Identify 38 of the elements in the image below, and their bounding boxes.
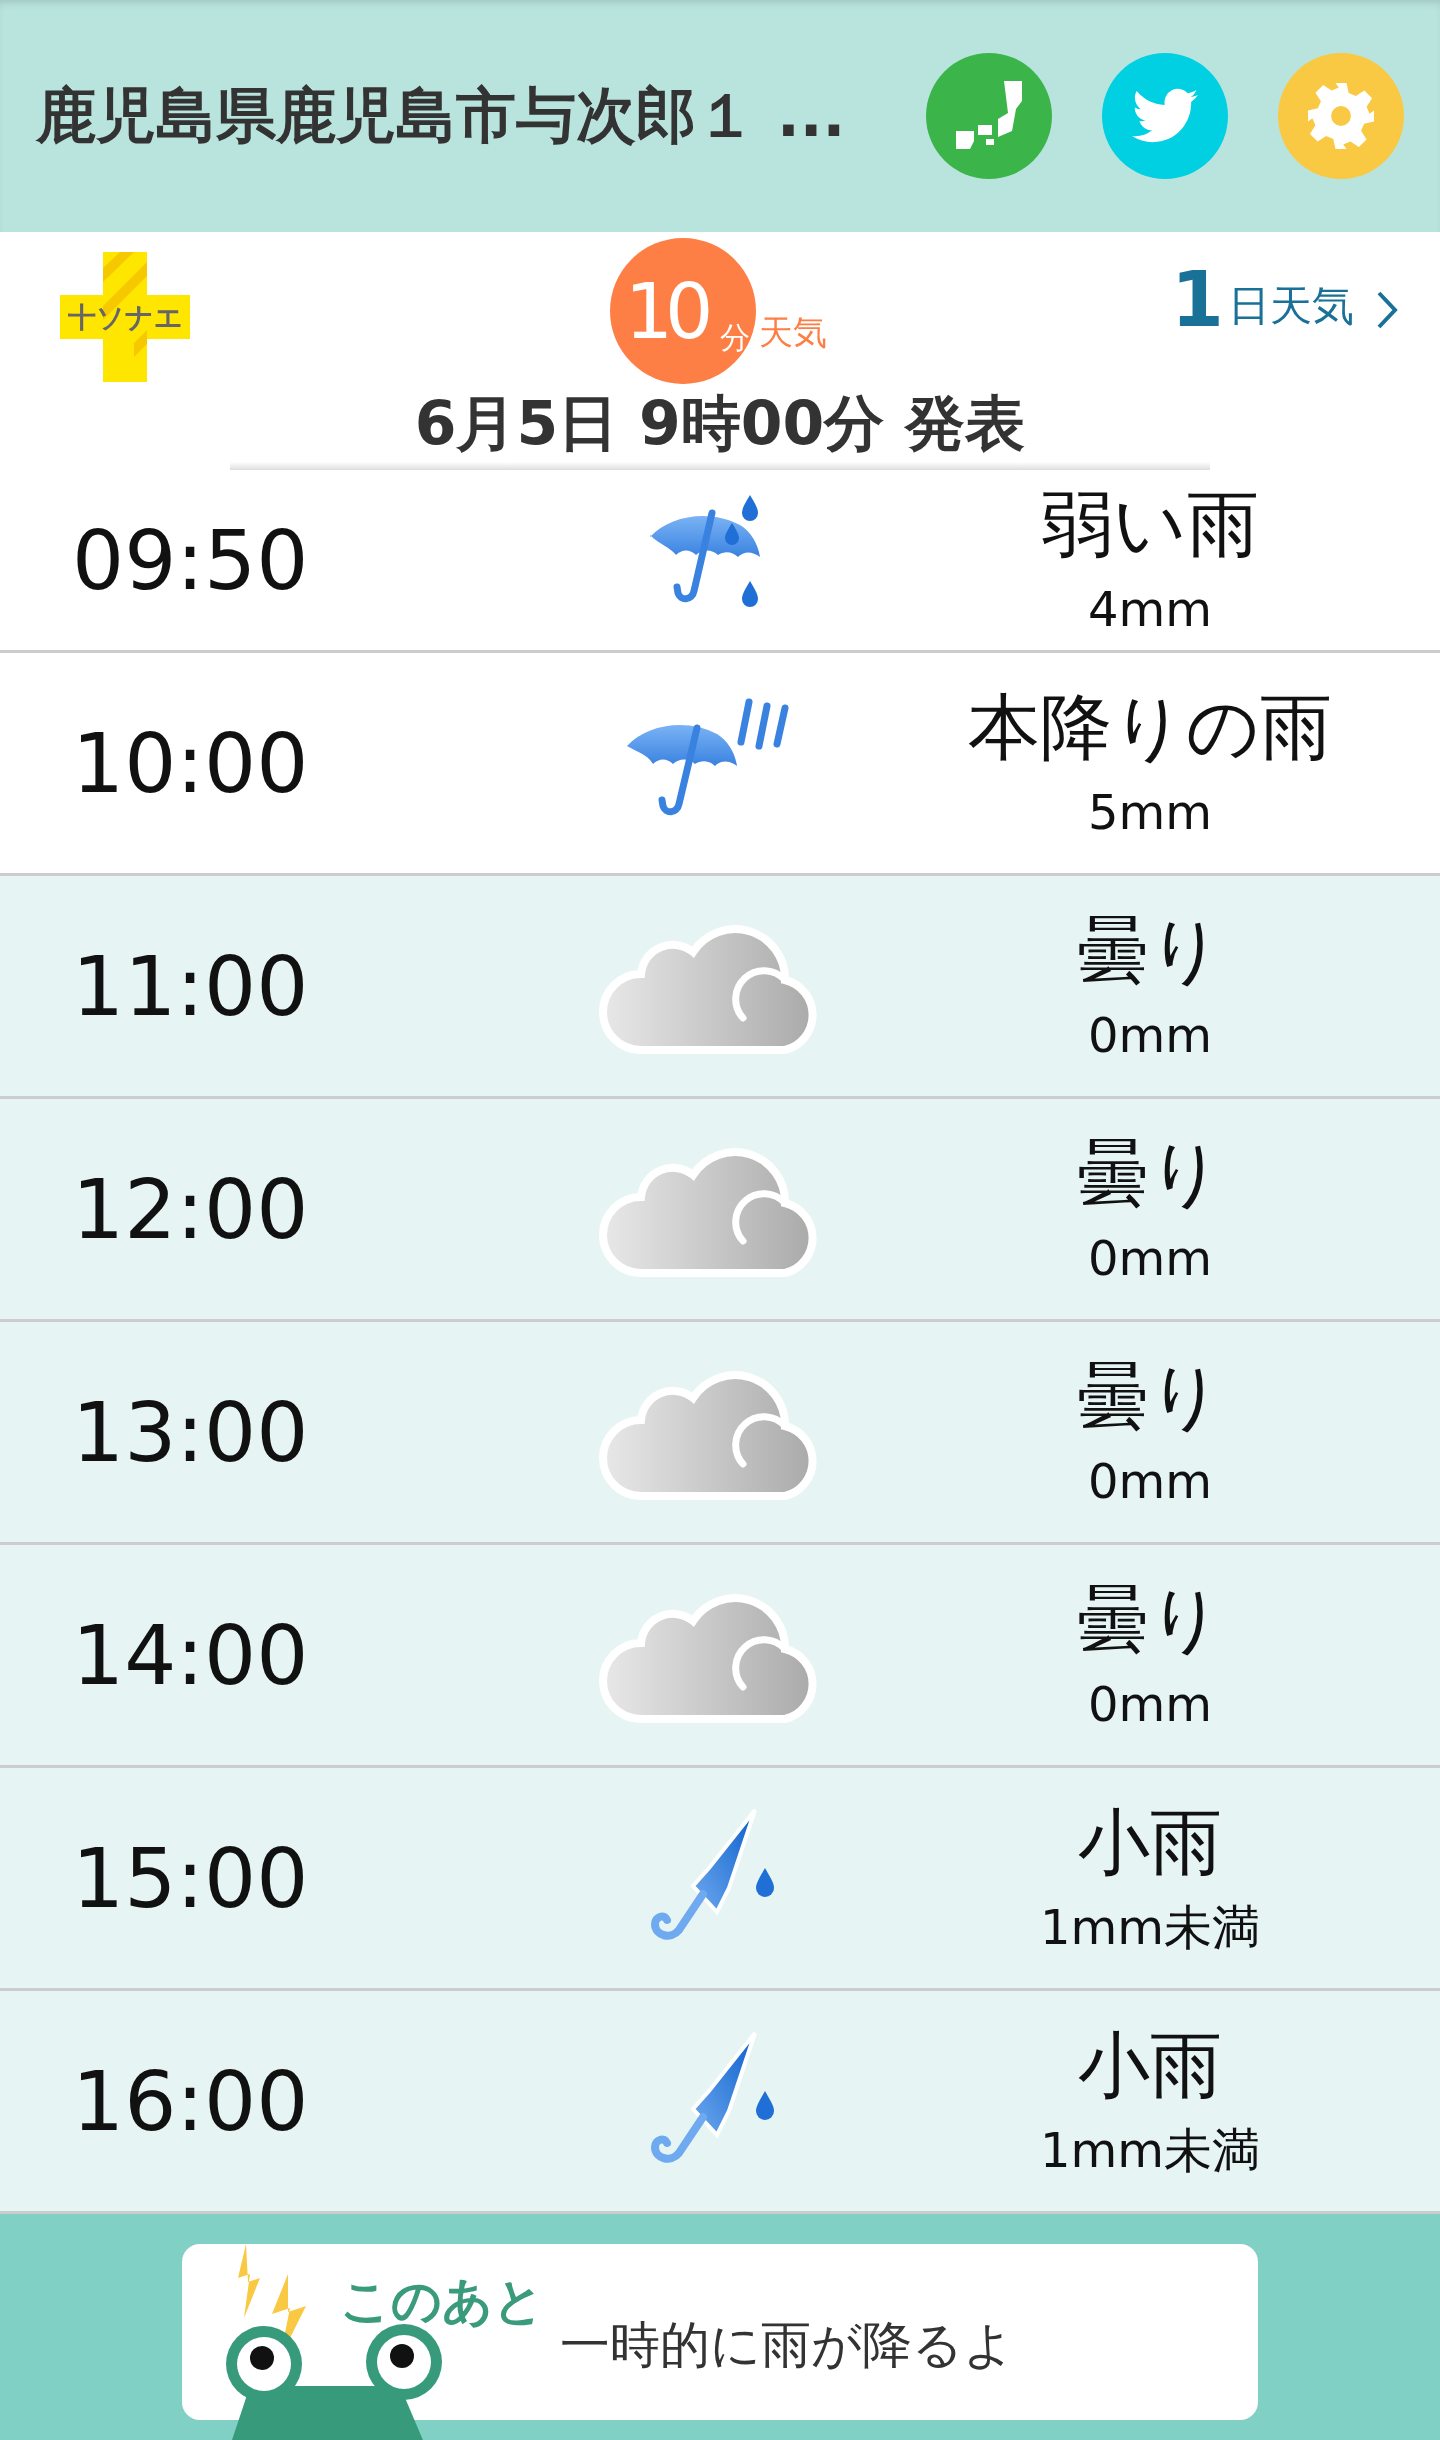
precipitation-amount: 0mm — [1087, 1453, 1213, 1511]
weather-label: 曇り — [1077, 907, 1223, 994]
precipitation-amount: 4mm — [1087, 581, 1213, 639]
banner-heading: このあと — [340, 2271, 544, 2332]
one-day-weather-link[interactable]: 1 日天気 — [1171, 262, 1398, 338]
badge-unit: 分 — [720, 319, 750, 357]
precipitation-amount: 1mm未満 — [1039, 2122, 1261, 2180]
chevron-right-icon — [1376, 290, 1398, 330]
banner-message: 一時的に雨が降るよ — [560, 2315, 1014, 2376]
weather-label: 小雨 — [1078, 1799, 1222, 1886]
time-label: 12:00 — [71, 1161, 310, 1257]
precipitation-amount: 5mm — [1087, 784, 1213, 842]
settings-icon — [1308, 83, 1374, 149]
weather-label: 弱い雨 — [1041, 481, 1259, 568]
bird-icon — [1132, 88, 1198, 144]
japan-map-icon — [956, 81, 1022, 151]
badge-label: 天気 — [759, 311, 827, 354]
location-title: 鹿児島県鹿児島市与次郎１ ... — [36, 78, 847, 152]
time-label: 15:00 — [71, 1830, 310, 1926]
weather-label: 本降りの雨 — [968, 684, 1332, 771]
weather-label: 曇り — [1077, 1576, 1223, 1663]
time-label: 10:00 — [71, 715, 310, 811]
sonae-logo[interactable]: 十ソナエ — [60, 252, 190, 382]
time-label: 13:00 — [71, 1384, 310, 1480]
precipitation-amount: 0mm — [1087, 1676, 1213, 1734]
precipitation-amount: 0mm — [1087, 1007, 1213, 1065]
time-label: 14:00 — [71, 1607, 310, 1703]
message-card[interactable] — [182, 2244, 1258, 2420]
precipitation-amount: 1mm未満 — [1039, 1899, 1261, 1957]
published-time: 6月5日 9時00分 発表 — [413, 390, 1027, 456]
time-label: 11:00 — [71, 938, 310, 1034]
time-label: 16:00 — [71, 2053, 310, 2149]
badge-number: 10 — [624, 266, 706, 356]
weather-label: 曇り — [1077, 1130, 1223, 1217]
precipitation-amount: 0mm — [1087, 1230, 1213, 1288]
time-label: 09:50 — [71, 512, 310, 608]
weather-label: 小雨 — [1078, 2022, 1222, 2109]
weather-label: 曇り — [1077, 1353, 1223, 1440]
